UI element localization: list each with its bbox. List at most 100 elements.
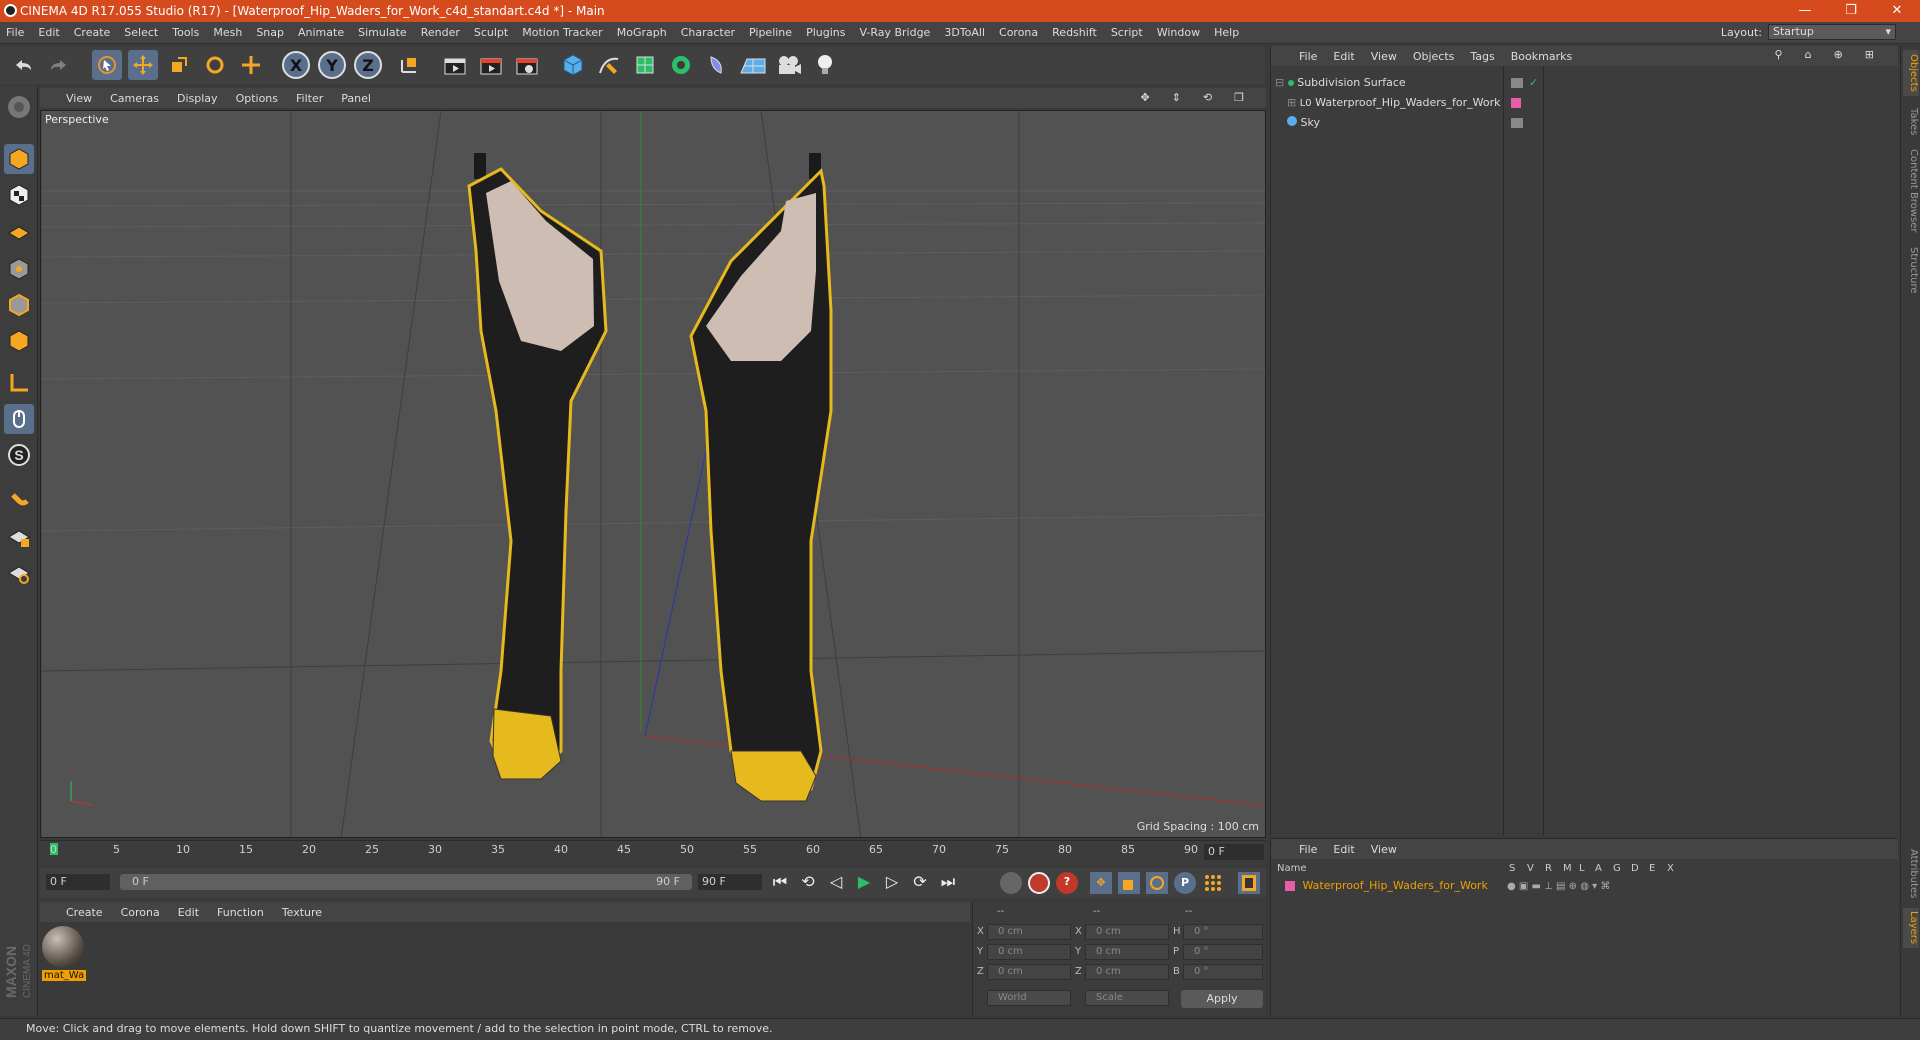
mograph-cloner-icon[interactable] xyxy=(666,50,696,80)
lm-menu-file[interactable]: File xyxy=(1299,843,1317,856)
position-x-field[interactable]: 0 cm xyxy=(987,924,1071,940)
viewport-menu-options[interactable]: Options xyxy=(236,92,278,105)
position-z-field[interactable]: 0 cm xyxy=(987,964,1071,980)
menu-sculpt[interactable]: Sculpt xyxy=(474,26,508,39)
next-frame-icon[interactable]: ▷ xyxy=(880,872,904,892)
menu-render[interactable]: Render xyxy=(421,26,460,39)
render-settings-icon[interactable] xyxy=(512,50,542,80)
x-axis-lock-icon[interactable]: X xyxy=(282,51,310,79)
search-icon[interactable]: ⚲ xyxy=(1775,48,1783,61)
current-frame-field[interactable]: 0 F xyxy=(1204,844,1264,860)
z-axis-lock-icon[interactable]: Z xyxy=(354,51,382,79)
light-icon[interactable] xyxy=(810,50,840,80)
size-z-field[interactable]: 0 cm xyxy=(1085,964,1169,980)
apply-button[interactable]: Apply xyxy=(1181,990,1263,1008)
menu-3dtoall[interactable]: 3DToAll xyxy=(944,26,985,39)
om-menu-objects[interactable]: Objects xyxy=(1413,50,1455,63)
material-menu-create[interactable]: Create xyxy=(66,906,103,919)
autokey-icon[interactable]: ? xyxy=(1056,872,1078,894)
tab-layers[interactable]: Layers xyxy=(1903,908,1919,948)
layer-row[interactable]: Waterproof_Hip_Waders_for_Work ● ▣ ▬ ⊥ ▤… xyxy=(1285,879,1885,895)
menu-file[interactable]: File xyxy=(6,26,24,39)
menu-script[interactable]: Script xyxy=(1111,26,1143,39)
size-y-field[interactable]: 0 cm xyxy=(1085,944,1169,960)
material-menu-function[interactable]: Function xyxy=(217,906,264,919)
next-key-icon[interactable]: ⟳ xyxy=(908,872,932,892)
viewport-menu-view[interactable]: View xyxy=(66,92,92,105)
render-view-icon[interactable] xyxy=(440,50,470,80)
workplane-align-icon[interactable] xyxy=(4,558,34,588)
object-row-subdivision-surface[interactable]: ⊟ Subdivision Surface ✓ xyxy=(1275,74,1895,92)
coordinate-mode-dropdown[interactable]: World xyxy=(987,990,1071,1006)
end-frame-field[interactable]: 90 F xyxy=(698,874,762,890)
new-view-icon[interactable]: ⊕ xyxy=(1834,48,1843,61)
model-mode-icon[interactable] xyxy=(4,144,34,174)
menu-corona[interactable]: Corona xyxy=(999,26,1038,39)
previous-key-icon[interactable]: ⟲ xyxy=(796,872,820,892)
key-rotation-icon[interactable] xyxy=(1146,872,1168,894)
perspective-viewport[interactable]: Perspective Grid Spacing : 100 cm xyxy=(40,110,1266,838)
layer-color-icon[interactable] xyxy=(1511,98,1521,108)
viewport-menu-panel[interactable]: Panel xyxy=(341,92,371,105)
material-menu-edit[interactable]: Edit xyxy=(178,906,199,919)
rotation-p-field[interactable]: 0 ° xyxy=(1183,944,1263,960)
menu-mesh[interactable]: Mesh xyxy=(213,26,242,39)
expand-icon[interactable]: ⊞ xyxy=(1287,96,1296,109)
previous-frame-icon[interactable]: ◁ xyxy=(824,872,848,892)
menu-character[interactable]: Character xyxy=(681,26,735,39)
position-y-field[interactable]: 0 cm xyxy=(987,944,1071,960)
rotation-h-field[interactable]: 0 ° xyxy=(1183,924,1263,940)
tab-content-browser[interactable]: Content Browser xyxy=(1903,146,1919,236)
magnet-icon[interactable] xyxy=(4,486,34,516)
menu-plugins[interactable]: Plugins xyxy=(806,26,845,39)
menu-mograph[interactable]: MoGraph xyxy=(617,26,667,39)
menu-redshift[interactable]: Redshift xyxy=(1052,26,1097,39)
material-menu-texture[interactable]: Texture xyxy=(282,906,322,919)
frame-range-slider[interactable]: 0 F 90 F xyxy=(120,874,692,890)
om-menu-edit[interactable]: Edit xyxy=(1333,50,1354,63)
spline-pen-icon[interactable] xyxy=(594,50,624,80)
lm-menu-view[interactable]: View xyxy=(1371,843,1397,856)
scale-tool-icon[interactable] xyxy=(164,50,194,80)
om-menu-tags[interactable]: Tags xyxy=(1470,50,1494,63)
menu-select[interactable]: Select xyxy=(124,26,158,39)
menu-window[interactable]: Window xyxy=(1157,26,1200,39)
coordinate-system-icon[interactable] xyxy=(394,50,424,80)
viewport-menu-display[interactable]: Display xyxy=(177,92,218,105)
om-menu-view[interactable]: View xyxy=(1371,50,1397,63)
render-to-picture-viewer-icon[interactable] xyxy=(476,50,506,80)
cube-primitive-icon[interactable] xyxy=(558,50,588,80)
viewport-orbit-icon[interactable]: ⟲ xyxy=(1203,91,1212,104)
object-row-sky[interactable]: Sky xyxy=(1287,114,1887,132)
timeline-window-icon[interactable] xyxy=(1238,872,1260,894)
layer-toggle-icons[interactable]: ● ▣ ▬ ⊥ ▤ ⊕ ◍ ▾ ⌘ xyxy=(1507,881,1610,892)
viewport-menu-filter[interactable]: Filter xyxy=(296,92,323,105)
size-mode-dropdown[interactable]: Scale xyxy=(1085,990,1169,1006)
rotate-tool-icon[interactable] xyxy=(200,50,230,80)
make-editable-icon[interactable] xyxy=(4,92,34,122)
visibility-dot-icon[interactable] xyxy=(1529,94,1535,100)
go-to-start-icon[interactable]: ⏮ xyxy=(768,872,792,892)
record-off-icon[interactable] xyxy=(1000,872,1022,894)
object-row-waders[interactable]: ⊞ L0 Waterproof_Hip_Waders_for_Work xyxy=(1287,94,1887,112)
timeline-ruler[interactable]: 0 5 10 15 20 25 30 35 40 45 50 55 60 65 … xyxy=(40,840,1266,864)
deformer-icon[interactable] xyxy=(702,50,732,80)
camera-icon[interactable] xyxy=(774,50,804,80)
axis-mode-icon[interactable] xyxy=(4,368,34,398)
undo-icon[interactable] xyxy=(8,50,38,80)
menu-help[interactable]: Help xyxy=(1214,26,1239,39)
menu-snap[interactable]: Snap xyxy=(256,26,284,39)
layer-color-swatch[interactable] xyxy=(1285,881,1295,891)
layer-tag-icon[interactable] xyxy=(1511,78,1523,88)
tab-objects[interactable]: Objects xyxy=(1903,50,1919,96)
edges-mode-icon[interactable] xyxy=(4,290,34,320)
record-active-keys-icon[interactable] xyxy=(1028,872,1050,894)
snapping-icon[interactable]: S xyxy=(4,440,34,470)
tab-takes[interactable]: Takes xyxy=(1903,104,1919,140)
sky-tag-icon[interactable] xyxy=(1511,118,1523,128)
tab-structure[interactable]: Structure xyxy=(1903,242,1919,298)
workplane-mode-icon[interactable] xyxy=(4,216,34,246)
minimize-button[interactable]: — xyxy=(1782,0,1828,22)
material-swatch[interactable]: mat_Wa xyxy=(42,926,86,981)
go-to-end-icon[interactable]: ⏭ xyxy=(936,872,960,892)
